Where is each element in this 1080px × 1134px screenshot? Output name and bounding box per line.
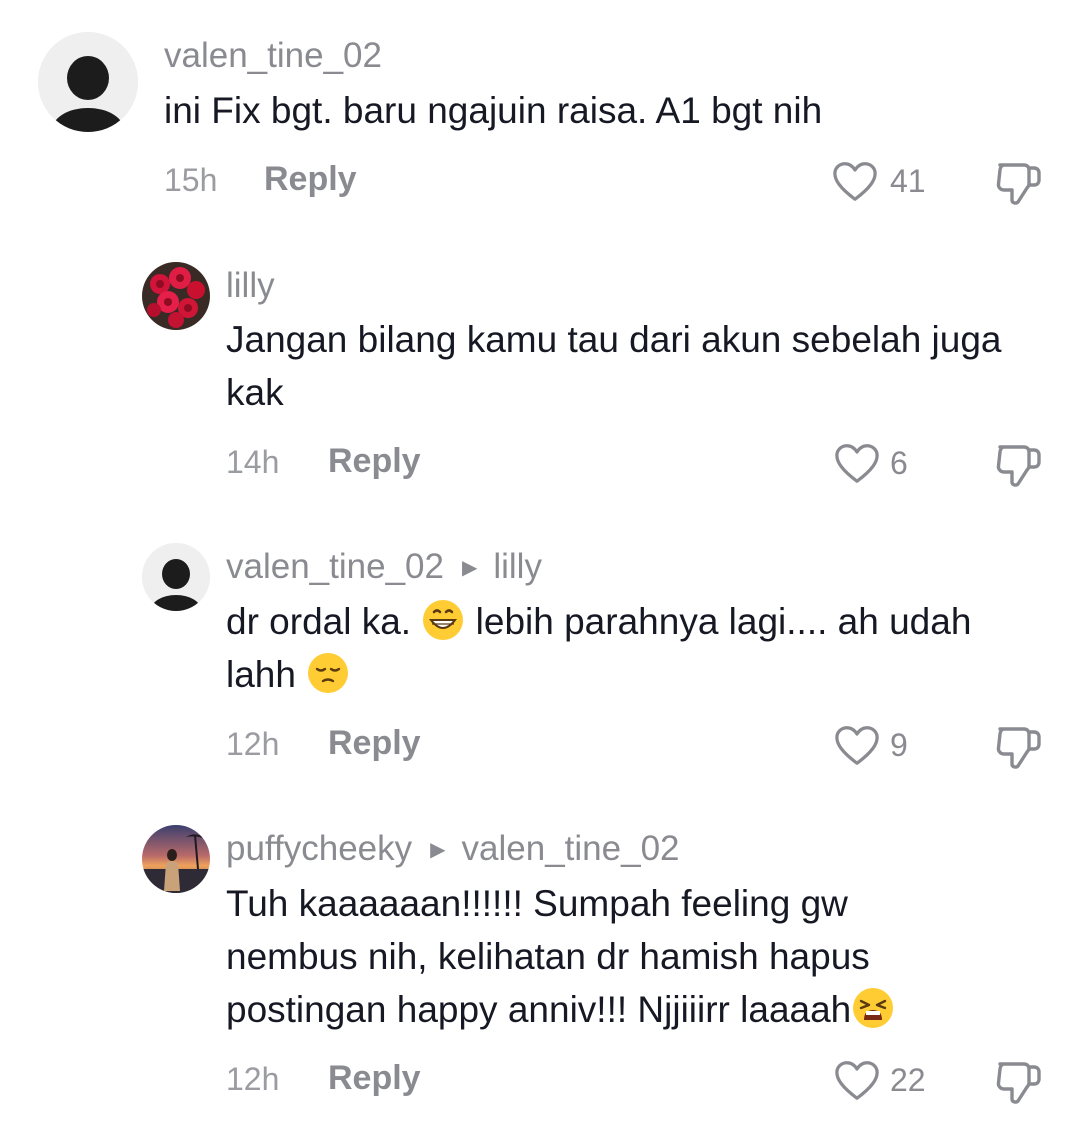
comment-text: Tuh kaaaaaan!!!!!! Sumpah feeling gw nem… — [226, 877, 986, 1036]
comment-text-part: dr ordal ka. — [226, 601, 422, 642]
comment-text: Jangan bilang kamu tau dari akun sebelah… — [226, 319, 1002, 413]
avatar[interactable] — [142, 262, 210, 330]
like-count: 41 — [890, 163, 926, 199]
pensive-face-icon — [308, 653, 349, 693]
username[interactable]: lilly — [226, 266, 275, 306]
avatar[interactable] — [142, 543, 210, 611]
heart-outline-icon — [835, 726, 879, 765]
heart-outline-icon — [835, 444, 879, 483]
comment-time: 12h — [226, 726, 280, 762]
avatar[interactable] — [142, 825, 210, 893]
dislike-button[interactable] — [994, 160, 1044, 211]
heart-outline-icon — [835, 1061, 879, 1100]
comment-text: dr ordal ka. lebih parahnya lagi.... ah … — [226, 595, 1046, 701]
reply-button[interactable]: Reply — [328, 724, 421, 763]
thumbs-down-icon — [996, 727, 1041, 769]
silhouette-avatar-icon — [38, 32, 138, 132]
caret-right-icon: ▶ — [461, 556, 478, 579]
weary-face-icon — [853, 988, 894, 1028]
roses-avatar-icon — [142, 262, 210, 330]
like-count: 9 — [890, 727, 908, 763]
dislike-button[interactable] — [994, 724, 1044, 775]
username[interactable]: valen_tine_02 — [164, 36, 382, 76]
heart-outline-icon — [833, 162, 877, 201]
reply-to-username[interactable]: valen_tine_02 — [462, 829, 680, 869]
thumbs-down-icon — [996, 445, 1041, 487]
comment-header: puffycheeky ▶ valen_tine_02 — [226, 829, 680, 869]
like-button[interactable] — [832, 160, 878, 209]
sunset-photo-avatar-icon — [142, 825, 210, 893]
comment-text: ini Fix bgt. baru ngajuin raisa. A1 bgt … — [164, 90, 823, 131]
like-button[interactable] — [834, 1059, 880, 1108]
like-count: 6 — [890, 445, 908, 481]
comment-time: 12h — [226, 1061, 280, 1097]
username[interactable]: valen_tine_02 — [226, 547, 444, 587]
like-button[interactable] — [834, 724, 880, 773]
silhouette-avatar-icon — [142, 543, 210, 611]
avatar[interactable] — [38, 32, 138, 132]
comment-time: 15h — [164, 162, 218, 198]
thumbs-down-icon — [996, 1062, 1041, 1104]
comment-header: lilly — [226, 266, 275, 306]
comment-header: valen_tine_02 ▶ lilly — [226, 547, 542, 587]
reply-to-username[interactable]: lilly — [493, 547, 542, 587]
thumbs-down-icon — [996, 163, 1041, 205]
comment-text-part: Tuh kaaaaaan!!!!!! Sumpah feeling gw nem… — [226, 883, 870, 1030]
comment-time: 14h — [226, 444, 280, 480]
reply-button[interactable]: Reply — [328, 442, 421, 481]
reply-button[interactable]: Reply — [328, 1059, 421, 1098]
caret-right-icon: ▶ — [430, 838, 446, 861]
dislike-button[interactable] — [994, 442, 1044, 493]
like-button[interactable] — [834, 442, 880, 491]
username[interactable]: puffycheeky — [226, 829, 412, 869]
comment-header: valen_tine_02 — [164, 36, 382, 76]
reply-button[interactable]: Reply — [264, 160, 357, 199]
dislike-button[interactable] — [994, 1059, 1044, 1110]
grinning-face-icon — [423, 600, 464, 640]
like-count: 22 — [890, 1062, 926, 1098]
